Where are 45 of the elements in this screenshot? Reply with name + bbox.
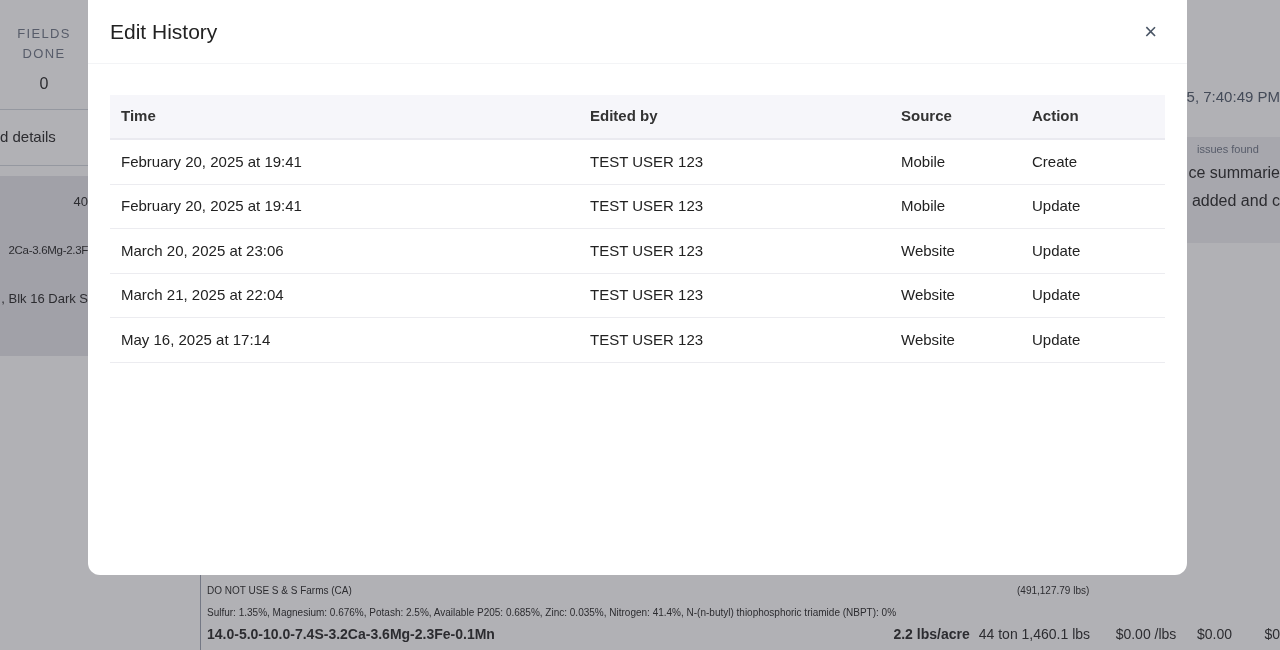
column-header: Edited by bbox=[590, 106, 659, 127]
summary-text: added and c bbox=[1191, 191, 1280, 211]
table-cell-text: Create bbox=[1032, 151, 1079, 172]
column-header: Action bbox=[1032, 106, 1080, 127]
timestamp: 5, 7:40:49 PM bbox=[1186, 87, 1280, 107]
table-cell-text: Update bbox=[1032, 196, 1082, 216]
table-cell-text: TEST USER 123 bbox=[590, 285, 705, 305]
table-cell-text: March 21, 2025 at 22:04 bbox=[121, 285, 285, 305]
summary-text: ce summarie bbox=[1188, 163, 1280, 183]
table-cell-text: TEST USER 123 bbox=[590, 329, 705, 350]
product-name: 14.0-5.0-10.0-7.4S-3.2Ca-3.6Mg-2.3Fe-0.1Mn bbox=[207, 624, 496, 644]
table-cell-text: March 20, 2025 at 23:06 bbox=[121, 240, 285, 261]
table-cell-text: TEST USER 123 bbox=[590, 196, 705, 216]
issues-label: issues found bbox=[1196, 141, 1260, 157]
card-number: 40 bbox=[73, 193, 88, 211]
close-button[interactable]: × bbox=[1144, 20, 1157, 43]
amount-text: 44 ton 1,460.1 lbs bbox=[978, 624, 1092, 644]
table-cell-text: TEST USER 123 bbox=[590, 240, 705, 261]
source-text: DO NOT USE S & S Farms (CA) bbox=[207, 583, 353, 598]
table-cell-text: Update bbox=[1032, 285, 1082, 305]
table-cell-text: February 20, 2025 at 19:41 bbox=[121, 151, 303, 172]
column-header: Source bbox=[901, 106, 953, 127]
rate-text: 2.2 lbs/acre bbox=[893, 624, 971, 644]
table-cell-text: Mobile bbox=[901, 151, 947, 172]
dialog-title: Edit History bbox=[110, 18, 218, 45]
table-cell-text: Mobile bbox=[901, 196, 947, 216]
unit-price: $0.00 /lbs bbox=[1115, 624, 1178, 644]
cost-text: $0 bbox=[1264, 624, 1280, 644]
stat-label: FIELDS DONE bbox=[17, 25, 71, 63]
table-cell-text: Website bbox=[901, 285, 956, 305]
table-cell-text: Website bbox=[901, 240, 956, 261]
stat-value: 0 bbox=[39, 74, 49, 94]
table-cell-text: TEST USER 123 bbox=[590, 151, 705, 172]
column-header: Time bbox=[121, 106, 157, 127]
table-cell-text: Website bbox=[901, 329, 956, 350]
details-link[interactable]: d details bbox=[0, 126, 56, 149]
location-text: , Blk 16 Dark S bbox=[1, 289, 88, 308]
total-weight: (491,127.79 lbs) bbox=[1017, 583, 1090, 598]
table-cell-text: Update bbox=[1032, 240, 1082, 261]
table-cell-text: Update bbox=[1032, 329, 1082, 350]
product-name: 2Ca-3.6Mg-2.3F bbox=[8, 242, 88, 258]
cost-text: $0.00 bbox=[1197, 624, 1234, 644]
table-cell-text: May 16, 2025 at 17:14 bbox=[121, 329, 272, 350]
composition-text: Sulfur: 1.35%, Magnesium: 0.676%, Potash: 2.5%, Available P205: 0.685%, Zinc: 0.035%, Nitrogen: 41.4%, N-(n-butyl) thiophosphoric triamide (NBPT): 0% bbox=[207, 605, 898, 620]
table-cell-text: February 20, 2025 at 19:41 bbox=[121, 196, 303, 216]
